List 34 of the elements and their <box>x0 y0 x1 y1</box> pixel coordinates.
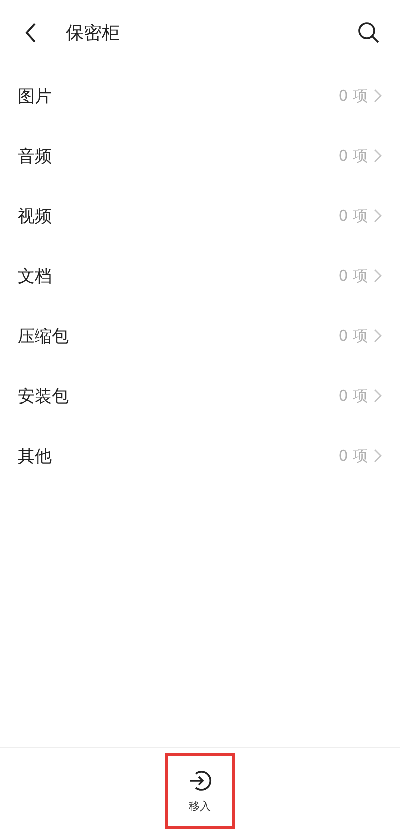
category-row[interactable]: 安装包 0 项 <box>0 366 400 426</box>
chevron-right-icon <box>374 449 382 463</box>
item-count: 0 项 <box>338 446 368 466</box>
category-row[interactable]: 图片 0 项 <box>0 66 400 126</box>
category-label: 文档 <box>18 266 53 288</box>
move-in-button[interactable]: 移入 <box>165 753 235 829</box>
category-label: 其他 <box>18 446 53 468</box>
chevron-right-icon <box>374 329 382 343</box>
chevron-right-icon <box>374 269 382 283</box>
category-row[interactable]: 其他 0 项 <box>0 426 400 486</box>
item-count: 0 项 <box>338 266 368 286</box>
page-title: 保密柜 <box>66 22 121 45</box>
chevron-right-icon <box>374 209 382 223</box>
category-label: 图片 <box>18 86 53 108</box>
category-row[interactable]: 压缩包 0 项 <box>0 306 400 366</box>
category-label: 安装包 <box>18 386 70 408</box>
category-label: 压缩包 <box>18 326 70 348</box>
search-icon <box>358 22 380 44</box>
move-in-icon <box>188 768 212 792</box>
search-button[interactable] <box>356 20 382 46</box>
category-label: 视频 <box>18 206 53 228</box>
category-row[interactable]: 视频 0 项 <box>0 186 400 246</box>
item-count: 0 项 <box>338 86 368 106</box>
chevron-right-icon <box>374 389 382 403</box>
chevron-right-icon <box>374 149 382 163</box>
back-icon <box>25 23 37 43</box>
category-row[interactable]: 文档 0 项 <box>0 246 400 306</box>
chevron-right-icon <box>374 89 382 103</box>
category-row[interactable]: 音频 0 项 <box>0 126 400 186</box>
item-count: 0 项 <box>338 146 368 166</box>
item-count: 0 项 <box>338 326 368 346</box>
category-label: 音频 <box>18 146 53 168</box>
item-count: 0 项 <box>338 206 368 226</box>
item-count: 0 项 <box>338 386 368 406</box>
